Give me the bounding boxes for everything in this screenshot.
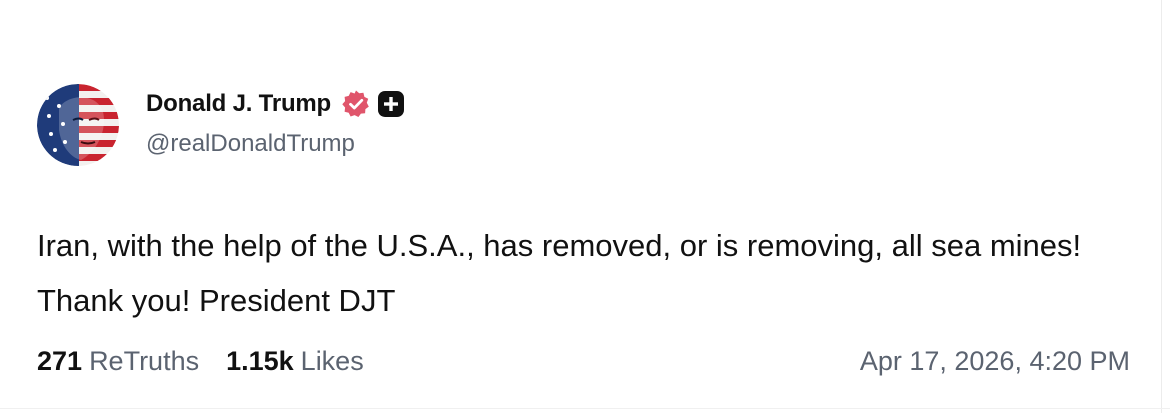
retruths-label: ReTruths (89, 345, 200, 376)
retruths-count: 271 (37, 345, 83, 376)
author-display-name[interactable]: Donald J. Trump (146, 90, 331, 118)
post-card: Donald J. Trump @realDonaldTrump Iran, w… (0, 0, 1170, 413)
author-row: Donald J. Trump (146, 88, 406, 120)
likes-count: 1.15k (226, 345, 294, 376)
flag-face-avatar-icon (37, 84, 119, 166)
verified-badge-icon (341, 89, 371, 119)
card-border (1161, 0, 1162, 413)
avatar[interactable] (37, 84, 119, 166)
post-stats: 271 ReTruths 1.15k Likes (37, 343, 391, 379)
likes-label: Likes (300, 345, 364, 376)
author-handle[interactable]: @realDonaldTrump (146, 130, 355, 158)
plus-badge-icon (376, 89, 406, 119)
card-divider (0, 408, 1170, 409)
likes-stat[interactable]: 1.15k Likes (226, 346, 364, 377)
post-timestamp[interactable]: Apr 17, 2026, 4:20 PM (860, 343, 1130, 379)
retruths-stat[interactable]: 271 ReTruths (37, 346, 199, 377)
post-text: Iran, with the help of the U.S.A., has r… (37, 228, 1082, 318)
